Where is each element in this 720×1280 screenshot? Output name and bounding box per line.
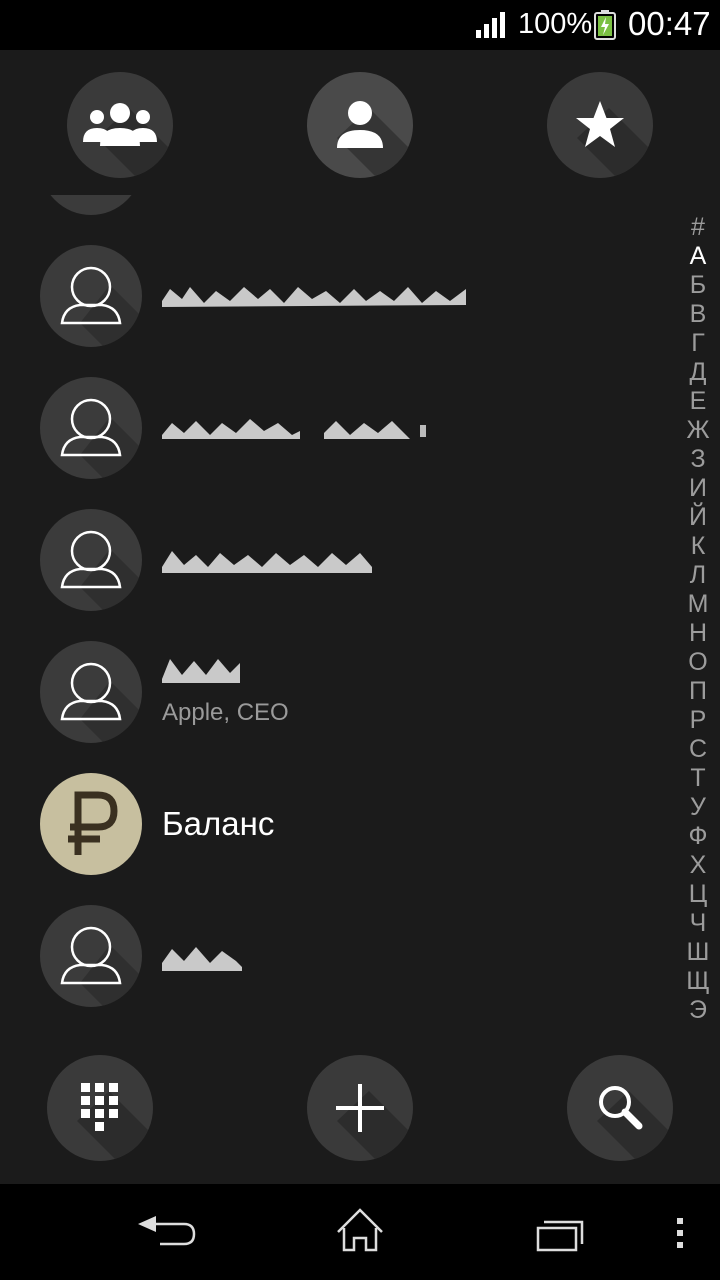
add-contact-button[interactable] <box>307 1055 413 1161</box>
search-icon <box>599 1086 643 1130</box>
index-letter[interactable]: З <box>680 445 716 474</box>
index-letter[interactable]: Г <box>680 329 716 358</box>
index-letter[interactable]: У <box>680 793 716 822</box>
contact-name-redacted <box>162 419 426 439</box>
star-icon <box>576 101 624 147</box>
contact-name-redacted <box>162 947 242 971</box>
contact-name-redacted <box>162 287 466 307</box>
clock: 00:47 <box>628 5 711 42</box>
index-letter[interactable]: Б <box>680 271 716 300</box>
index-letter[interactable]: Й <box>680 503 716 532</box>
alphabet-index[interactable]: # А Б В Г Д Е Ж З И Й К Л М Н О П Р С Т У Ф Х Ц Ч Ш Щ Э <box>680 213 716 1018</box>
back-icon[interactable] <box>100 1184 220 1280</box>
search-button[interactable] <box>567 1055 673 1161</box>
index-letter[interactable]: Т <box>680 764 716 793</box>
list-item[interactable] <box>0 327 680 479</box>
index-letter[interactable]: А <box>680 242 716 271</box>
index-letter[interactable]: К <box>680 532 716 561</box>
contact-name-redacted <box>162 659 240 683</box>
list-item[interactable] <box>0 195 680 347</box>
contact-name: Баланс <box>162 805 275 842</box>
recents-icon[interactable] <box>500 1184 620 1280</box>
groups-icon <box>83 103 157 146</box>
navigation-bar <box>0 1184 720 1280</box>
index-letter[interactable]: Щ <box>680 967 716 996</box>
index-letter[interactable]: П <box>680 677 716 706</box>
list-item[interactable] <box>0 855 680 1007</box>
list-item[interactable]: Apple, CEO <box>0 591 680 743</box>
tab-favorites[interactable] <box>547 72 653 178</box>
default-avatar-icon <box>40 905 142 1007</box>
battery-charging-icon <box>594 10 616 40</box>
dialpad-button[interactable] <box>47 1055 153 1161</box>
tab-contacts[interactable] <box>307 72 413 178</box>
contact-list[interactable]: Apple, CEO Баланс <box>0 195 680 1035</box>
person-icon <box>337 101 383 148</box>
index-letter[interactable]: Ф <box>680 822 716 851</box>
index-letter[interactable]: Х <box>680 851 716 880</box>
tab-groups[interactable] <box>67 72 173 178</box>
list-item[interactable] <box>0 459 680 611</box>
menu-icon[interactable] <box>620 1184 720 1280</box>
status-bar: 100% 00:47 <box>0 0 720 50</box>
index-letter[interactable]: С <box>680 735 716 764</box>
index-letter[interactable]: Э <box>680 996 716 1018</box>
index-letter[interactable]: Е <box>680 387 716 416</box>
index-letter[interactable]: Н <box>680 619 716 648</box>
index-letter[interactable]: Ц <box>680 880 716 909</box>
home-icon[interactable] <box>300 1184 420 1280</box>
index-letter[interactable]: Ч <box>680 909 716 938</box>
index-letter[interactable]: Ш <box>680 938 716 967</box>
index-letter[interactable]: Р <box>680 706 716 735</box>
index-letter[interactable]: Ж <box>680 416 716 445</box>
index-letter[interactable]: М <box>680 590 716 619</box>
plus-icon <box>336 1084 384 1132</box>
index-letter[interactable]: # <box>680 213 716 242</box>
battery-percent: 100% <box>518 8 593 40</box>
index-letter[interactable]: И <box>680 474 716 503</box>
index-letter[interactable]: В <box>680 300 716 329</box>
contact-name-redacted <box>162 551 372 573</box>
index-letter[interactable]: О <box>680 648 716 677</box>
list-item[interactable]: Баланс <box>0 723 680 875</box>
index-letter[interactable]: Д <box>680 358 716 387</box>
signal-icon <box>476 12 505 38</box>
dialpad-icon <box>81 1083 118 1131</box>
index-letter[interactable]: Л <box>680 561 716 590</box>
